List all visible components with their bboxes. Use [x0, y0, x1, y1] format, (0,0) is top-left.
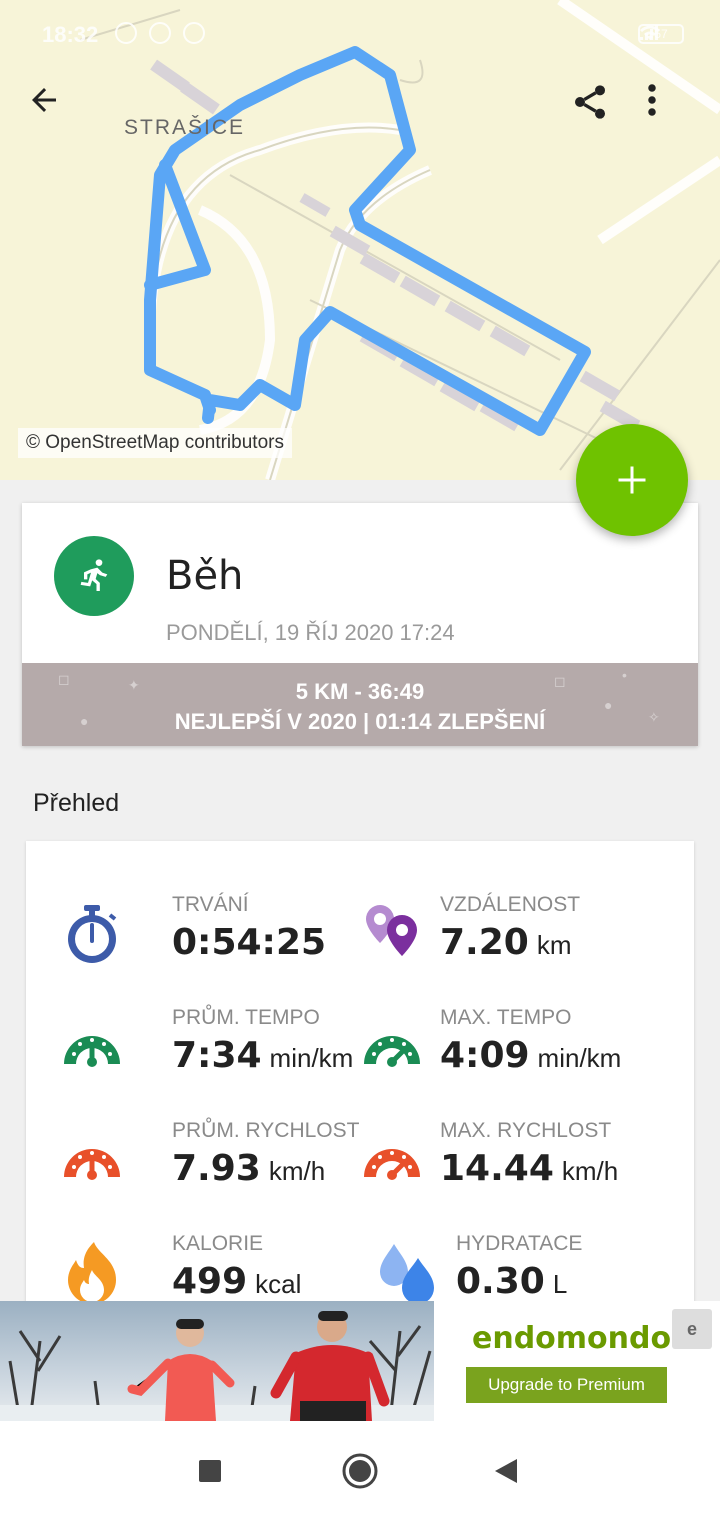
arrow-left-icon: [32, 88, 56, 112]
more-options-button[interactable]: [646, 82, 706, 142]
ad-runners-image: [0, 1311, 434, 1421]
stat-value: 0.30 L: [456, 1260, 567, 1303]
stat-avg-pace: PRŮM. TEMPO 7:34 min/km: [60, 1006, 380, 1106]
stat-value: 499 kcal: [172, 1260, 301, 1303]
stat-max-pace: MAX. TEMPO 4:09 min/km: [360, 1006, 680, 1106]
running-icon: [80, 559, 108, 591]
share-button[interactable]: [570, 82, 630, 142]
stat-label: VZDÁLENOST: [440, 893, 581, 916]
stat-unit: km/h: [268, 1156, 326, 1186]
battery-icon: 57: [638, 24, 684, 44]
stat-avg-speed: PRŮM. RYCHLOST 7.93 km/h: [60, 1119, 380, 1219]
stat-calories: KALORIE 499 kcal: [60, 1232, 380, 1311]
stat-number: 7.93: [172, 1148, 261, 1189]
ad-photo: [0, 1301, 434, 1421]
stat-value: 7:34 min/km: [172, 1034, 353, 1077]
stat-number: 14.44: [440, 1148, 554, 1189]
stat-label: MAX. TEMPO: [440, 1006, 572, 1029]
status-bar: 18:32 57: [0, 0, 720, 70]
share-icon: [575, 85, 605, 119]
stat-value: 4:09 min/km: [440, 1034, 621, 1077]
messenger-icon: [183, 22, 205, 44]
best-improvement: NEJLEPŠÍ V 2020 | 01:14 ZLEPŠENÍ: [174, 709, 546, 734]
speedometer-icon: [64, 1149, 120, 1180]
stat-label: KALORIE: [172, 1232, 264, 1255]
stat-number: 7:34: [172, 1035, 262, 1076]
stat-unit: km/h: [561, 1156, 619, 1186]
stat-duration: TRVÁNÍ 0:54:25: [60, 893, 380, 993]
map-attribution[interactable]: © OpenStreetMap contributors: [18, 428, 292, 458]
stat-unit: kcal: [255, 1269, 302, 1299]
back-button[interactable]: [26, 82, 86, 142]
overview-title: Přehled: [33, 789, 120, 817]
stat-number: 4:09: [440, 1035, 530, 1076]
workout-summary-card: Běh PONDĚLÍ, 19 ŘÍJ 2020 17:24 ◻ ✦ ● ◻ •…: [22, 503, 698, 746]
stat-hydration: HYDRATACE 0.30 L: [376, 1232, 694, 1311]
speedometer-icon: [64, 1036, 120, 1067]
back-nav-button[interactable]: [486, 1451, 526, 1491]
stat-distance: VZDÁLENOST 7.20 km: [360, 893, 680, 993]
stat-unit: min/km: [269, 1043, 354, 1073]
ad-badge-icon[interactable]: e: [672, 1309, 712, 1349]
speedometer-icon: [364, 1149, 420, 1180]
best-result: 5 KM - 36:49: [295, 679, 425, 704]
notification-icon: [115, 22, 137, 44]
map-canvas: STRAŠICE: [79, 0, 720, 480]
messenger-icon: [149, 22, 171, 44]
stat-unit: km: [536, 930, 572, 960]
recents-button[interactable]: [190, 1451, 230, 1491]
stat-value: 7.20 km: [440, 921, 572, 964]
stat-value: 7.93 km/h: [172, 1147, 325, 1190]
stat-number: 499: [172, 1261, 248, 1302]
upgrade-premium-button[interactable]: Upgrade to Premium: [466, 1367, 667, 1403]
speedometer-icon: [364, 1036, 420, 1067]
triangle-back-icon: [495, 1459, 517, 1483]
status-time: 18:32: [42, 22, 99, 47]
more-vert-icon: [648, 84, 656, 116]
sport-avatar: [54, 536, 134, 616]
ad-banner[interactable]: endomondo Upgrade to Premium e: [0, 1301, 720, 1421]
workout-date: PONDĚLÍ, 19 ŘÍJ 2020 17:24: [166, 620, 455, 645]
stat-unit: min/km: [537, 1043, 622, 1073]
location-pins-icon: [366, 905, 417, 956]
notification-icons: [115, 22, 205, 44]
stat-label: HYDRATACE: [456, 1232, 583, 1255]
stat-max-speed: MAX. RYCHLOST 14.44 km/h: [360, 1119, 680, 1219]
stat-label: TRVÁNÍ: [172, 893, 249, 916]
add-fab-button[interactable]: [576, 424, 688, 536]
home-button[interactable]: [340, 1451, 380, 1491]
stat-number: 7.20: [440, 922, 529, 963]
personal-best-banner[interactable]: ◻ ✦ ● ◻ • ● ✧ 5 KM - 36:49 NEJLEPŠÍ V 20…: [22, 663, 698, 746]
home-circle-icon: [342, 1453, 378, 1489]
ad-brand-logo: endomondo: [472, 1321, 672, 1356]
sport-title: Běh: [166, 553, 244, 599]
system-nav-bar: [0, 1421, 720, 1520]
stat-label: PRŮM. RYCHLOST: [172, 1119, 360, 1142]
map-place-label: STRAŠICE: [124, 116, 245, 139]
status-right: 57: [638, 24, 684, 44]
square-icon: [199, 1460, 221, 1482]
stat-unit: L: [552, 1269, 568, 1299]
plus-icon: [618, 466, 646, 494]
stat-number: 0:54:25: [172, 922, 327, 963]
stat-value: 0:54:25: [172, 921, 334, 964]
stat-label: MAX. RYCHLOST: [440, 1119, 612, 1142]
stat-value: 14.44 km/h: [440, 1147, 618, 1190]
stat-number: 0.30: [456, 1261, 545, 1302]
flame-icon: [68, 1242, 116, 1304]
overview-stats-card: TRVÁNÍ 0:54:25 VZDÁLENOST 7.20 km PRŮM. T…: [26, 841, 694, 1311]
route-map[interactable]: STRAŠICE 18:32 57 © OpenStreetMap contri…: [0, 0, 720, 480]
stopwatch-icon: [68, 905, 117, 963]
water-drops-icon: [380, 1244, 434, 1304]
stat-label: PRŮM. TEMPO: [172, 1006, 320, 1029]
